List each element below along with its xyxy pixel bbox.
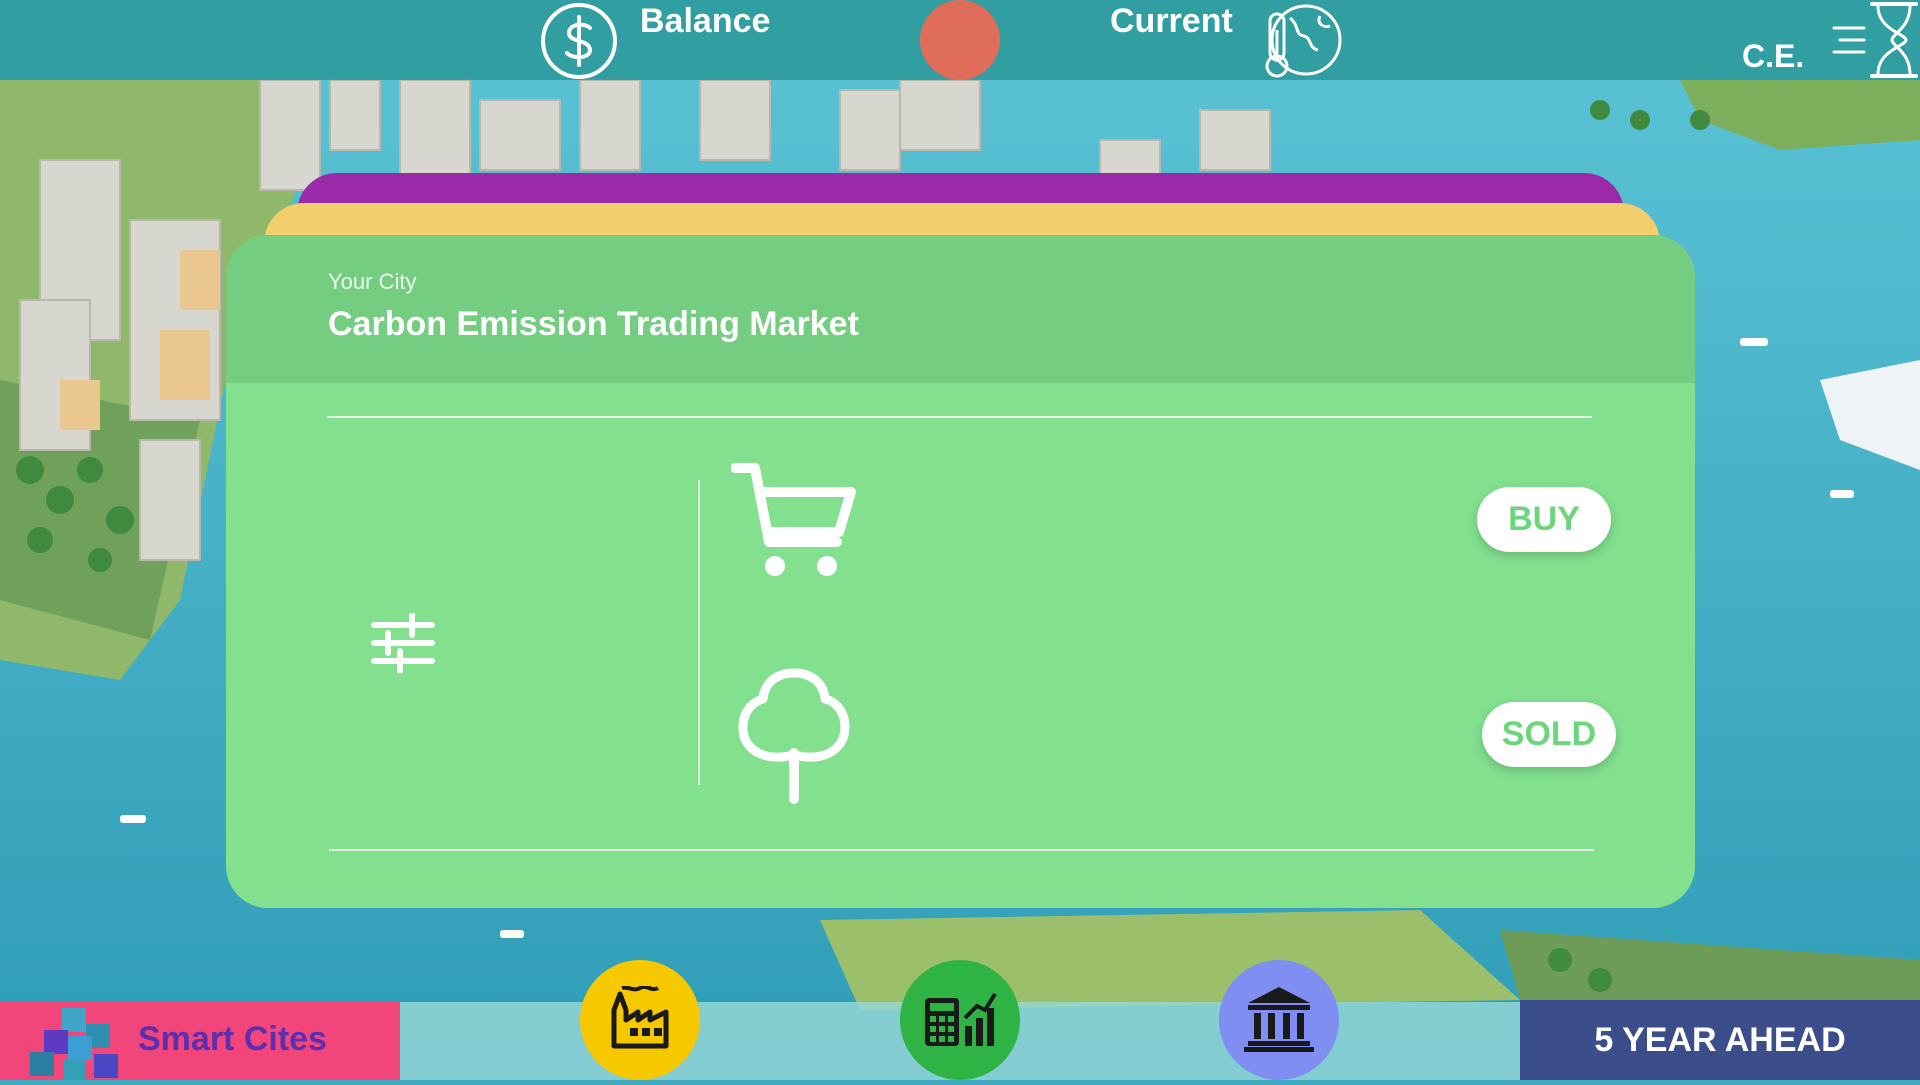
factory-button[interactable] xyxy=(580,960,700,1080)
ce-label: C.E. xyxy=(1742,38,1805,74)
bank-button[interactable] xyxy=(1219,960,1339,1080)
balance-label: Balance xyxy=(640,2,771,40)
status-indicator xyxy=(920,0,1000,80)
calculator-chart-icon xyxy=(923,988,997,1053)
sold-button[interactable]: SOLD xyxy=(1482,702,1616,767)
divider-bottom xyxy=(329,849,1594,851)
current-label: Current xyxy=(1110,2,1233,40)
globe-thermometer-icon[interactable] xyxy=(1260,0,1344,87)
buy-button[interactable]: BUY xyxy=(1477,487,1611,552)
calculator-button[interactable] xyxy=(900,960,1020,1080)
bank-icon xyxy=(1244,983,1314,1058)
divider-top xyxy=(327,416,1592,418)
card-header: Your City Carbon Emission Trading Market xyxy=(226,235,1695,383)
hourglass-icon[interactable] xyxy=(1830,0,1920,85)
divider-vertical xyxy=(698,480,700,785)
dollar-circle-icon[interactable] xyxy=(538,1,620,86)
sliders-icon[interactable] xyxy=(370,612,436,678)
factory-icon xyxy=(608,984,672,1055)
smart-cities-button[interactable]: Smart Cites xyxy=(0,1002,400,1080)
tree-icon xyxy=(731,667,857,812)
shopping-cart-icon xyxy=(730,460,857,589)
card-subtitle: Your City xyxy=(328,269,417,294)
carbon-market-card: Your City Carbon Emission Trading Market xyxy=(226,235,1695,908)
five-year-ahead-button[interactable]: 5 YEAR AHEAD xyxy=(1520,1000,1920,1080)
cubes-icon xyxy=(24,1002,128,1085)
smart-cities-label: Smart Cites xyxy=(138,1020,327,1058)
card-title: Carbon Emission Trading Market xyxy=(328,305,859,343)
